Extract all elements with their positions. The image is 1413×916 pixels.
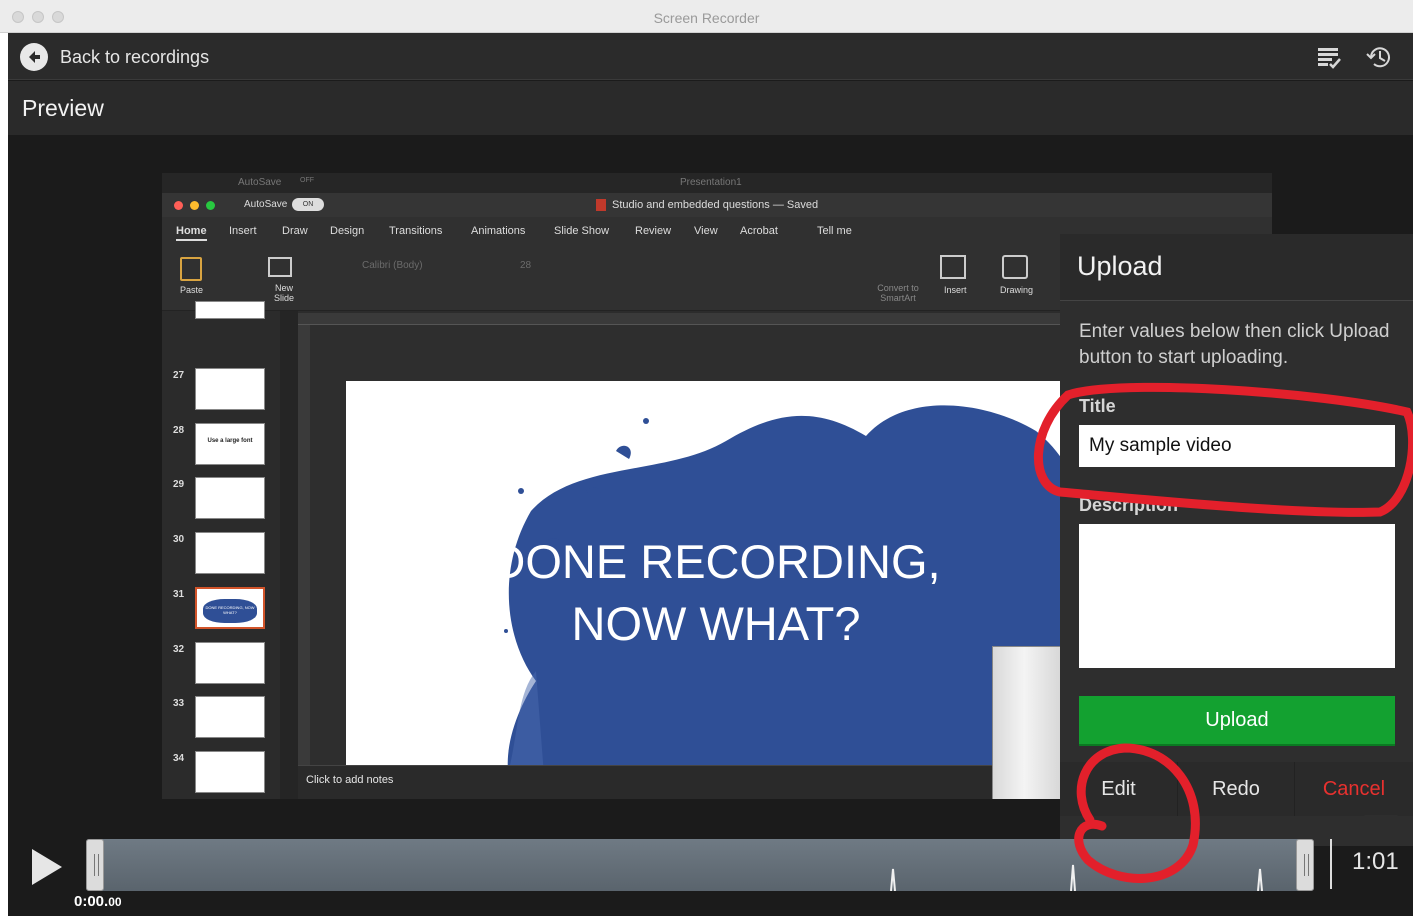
window-title: Screen Recorder [653,10,760,26]
slide-thumbnails: 27 28 Use a large font 29 30 31 DONE REC… [162,301,280,799]
pp-doc-icon [596,199,606,211]
slide-thumb-selected: DONE RECORDING, NOW WHAT? [195,587,265,629]
pp-font-size: 28 [520,260,532,271]
trim-start-handle[interactable] [86,839,104,891]
pp-tab-home: Home [176,225,207,241]
pp-doc-title: Studio and embedded questions — Saved [612,199,819,211]
slide-thumb [195,368,265,410]
new-slide-icon [268,257,292,277]
pp-titlebar: AutoSave ON Studio and embedded question… [162,193,1272,217]
slide-thumb [195,642,265,684]
slide-number: 27 [173,370,185,381]
pp-autosave-label: AutoSave [244,199,288,210]
slide-thumb [195,477,265,519]
top-bar: Back to recordings [8,33,1413,80]
edit-button[interactable]: Edit [1060,762,1178,816]
slide-title-line-1: DONE RECORDING, [491,535,941,588]
slide-number: 33 [173,698,185,709]
timeline-track[interactable] [86,839,1314,891]
redo-button[interactable]: Redo [1178,762,1295,816]
pp-insert-label: Insert [944,285,967,295]
pp-convert-label: Convert to SmartArt [877,283,919,303]
thumb-scrollbar [280,311,298,799]
slide-number: 34 [173,753,185,764]
back-arrow-icon [20,43,48,71]
pp-font-name: Calibri (Body) [362,260,423,271]
cancel-button[interactable]: Cancel [1295,762,1413,816]
drawing-icon [1002,255,1028,279]
paste-icon [180,257,202,281]
pp-zoom-dot [206,201,215,210]
pp-tab-animations: Animations [471,225,526,237]
pp-paste-label: Paste [180,285,204,295]
insert-shapes-icon [940,255,966,279]
slide-number: 32 [173,644,185,655]
vertical-ruler [298,325,310,765]
audio-waveform [890,864,1263,891]
slide-thumb [195,751,265,793]
current-time-main: 0:00. [74,893,109,910]
pp-tab-review: Review [635,225,672,237]
timeline-divider [1330,839,1332,889]
description-field-label: Description [1079,495,1179,515]
pp-tab-insert: Insert [229,225,257,237]
current-slide: DONE RECORDING, NOW WHAT? [346,381,1086,799]
slide-thumb [195,532,265,574]
trim-end-handle[interactable] [1296,839,1314,891]
pp-tab-view: View [694,225,718,237]
pp-ghost-title: Presentation1 [680,177,742,188]
panel-pointer-icon [1364,815,1398,835]
upload-instructions: Enter values below then click Upload but… [1079,321,1390,368]
pp-tab-transitions: Transitions [389,225,443,237]
pp-tab-tell-me: Tell me [817,225,852,237]
current-time-fraction: 00 [108,895,122,909]
slide-number: 30 [173,534,185,545]
pp-tab-acrobat: Acrobat [740,225,778,237]
upload-panel: Upload Enter values below then click Upl… [1060,234,1413,846]
pp-drawing-label: Drawing [1000,285,1034,295]
upload-button[interactable]: Upload [1079,696,1395,744]
slide-title: DONE RECORDING, NOW WHAT? [346,531,1086,655]
recorder-app: Back to recordings Preview AutoSave OFF … [8,33,1413,916]
slide-thumb-label: DONE RECORDING, NOW WHAT? [203,599,257,623]
slide-thumb [195,301,265,319]
slide-thumb [195,696,265,738]
pp-new-slide-label: New Slide [273,283,294,303]
slide-number: 29 [173,479,185,490]
description-input[interactable] [1079,524,1395,668]
pp-close-dot [174,201,183,210]
pp-autosave-toggle: ON [292,198,324,211]
pp-tab-draw: Draw [282,225,308,237]
pp-tab-slide-show: Slide Show [554,225,610,237]
upload-panel-header: Upload [1060,234,1413,301]
preview-header: Preview [8,81,1413,135]
history-icon[interactable] [1364,42,1394,72]
pp-tab-design: Design [330,225,365,237]
slide-number: 28 [173,425,185,436]
page-title: Preview [22,95,104,121]
checklist-icon[interactable] [1314,42,1344,72]
slide-thumb: Use a large font [195,423,265,465]
upload-panel-title: Upload [1077,251,1163,281]
duration-label: 1:01 [1352,848,1399,875]
title-field-label: Title [1079,396,1116,416]
slide-number: 31 [173,589,185,600]
pp-ghost-autosave: AutoSave [238,177,282,188]
back-label: Back to recordings [60,46,210,67]
pp-ghost-titlebar: AutoSave OFF Presentation1 [162,173,1272,193]
back-to-recordings-button[interactable]: Back to recordings [20,43,209,71]
play-button[interactable] [32,849,62,885]
notes-placeholder: Click to add notes [306,774,394,786]
pp-min-dot [190,201,199,210]
title-input[interactable] [1079,425,1395,467]
current-time: 0:00.00 [74,893,122,910]
slide-title-line-2: NOW WHAT? [571,597,861,650]
window-titlebar: Screen Recorder [0,0,1413,33]
pp-ghost-autosave-state: OFF [300,177,314,184]
